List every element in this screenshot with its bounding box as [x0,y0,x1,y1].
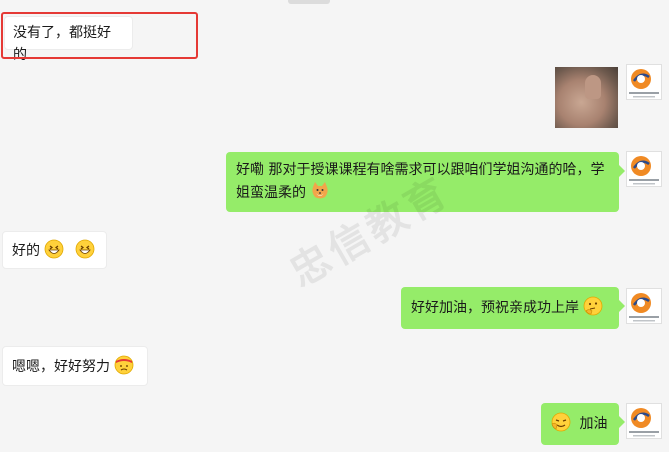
message-incoming[interactable]: 好的 [2,231,107,269]
grin-icon [75,239,95,259]
message-incoming[interactable]: 嗯嗯，好好努力 [2,346,148,386]
highlight-box [1,12,198,59]
salute-face-icon [551,412,571,432]
logo-avatar-icon [629,69,659,98]
message-outgoing[interactable]: 好好加油，预祝亲成功上岸 [401,287,625,329]
logo-avatar-icon [629,156,659,185]
shiba-dog-icon [312,182,329,199]
message-outgoing[interactable]: 加油 [541,403,625,445]
avatar[interactable] [626,288,662,324]
logo-avatar-icon [629,408,659,437]
thinking-face-icon [584,296,603,316]
message-text: 嗯嗯，好好努力 [12,359,110,375]
scroll-handle [288,0,330,4]
message-text: 加油 [579,416,608,432]
message-text: 姐蛮温柔的 [236,185,306,201]
thumbs-up-photo[interactable] [555,67,618,128]
avatar[interactable] [626,151,662,187]
grin-icon [45,239,64,259]
headband-face-icon [115,355,134,375]
logo-avatar-icon [629,293,659,322]
avatar[interactable] [626,403,662,439]
avatar[interactable] [626,64,662,100]
message-text: 好的 [12,243,40,259]
message-text: 好好加油，预祝亲成功上岸 [411,300,579,316]
